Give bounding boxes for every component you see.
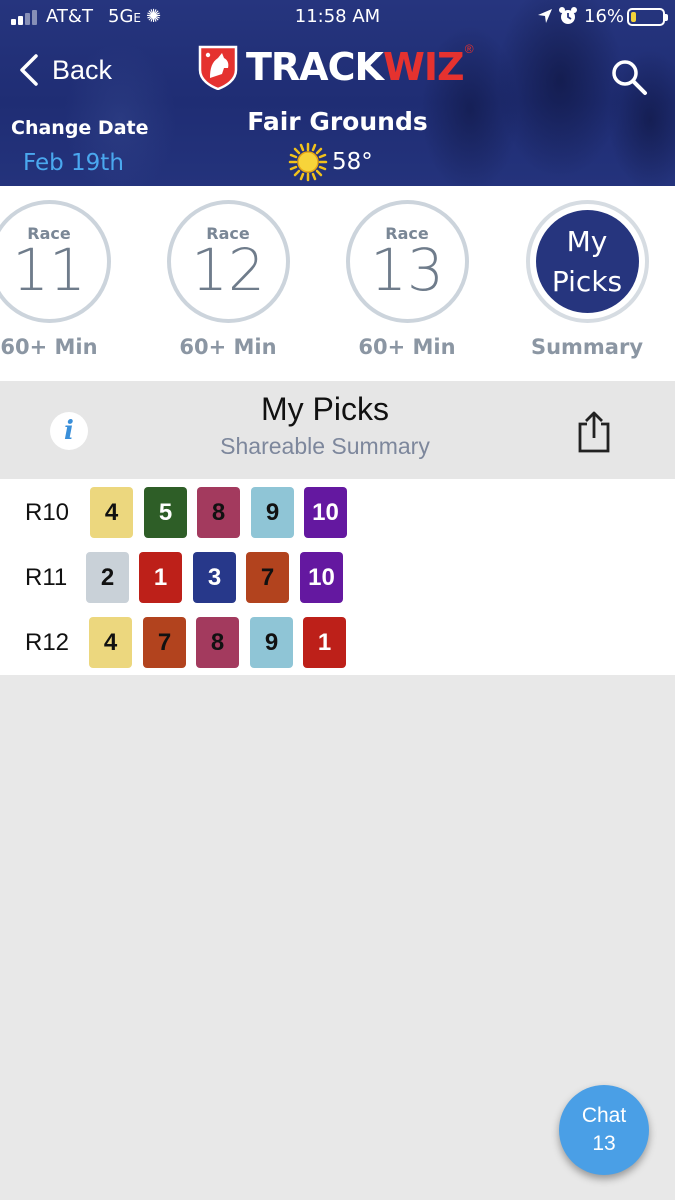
horse-chip[interactable]: 2: [86, 552, 129, 603]
horse-chip[interactable]: 5: [144, 487, 187, 538]
picks-table: R10 4 5 8 9 10 R11 2 1 3 7 10 R12 4 7 8 …: [0, 479, 675, 675]
app-header: AT&T 5GE ✺ 11:58 AM 16% Back TRACKWIZ ® …: [0, 0, 675, 186]
trackwiz-logo: TRACKWIZ ®: [196, 42, 474, 92]
page-title: My Picks: [261, 391, 389, 427]
battery-icon: [627, 8, 668, 26]
horse-chip[interactable]: 8: [197, 487, 240, 538]
chat-button[interactable]: Chat 13: [559, 1085, 649, 1175]
chevron-left-icon: [20, 54, 38, 86]
share-icon[interactable]: [575, 410, 613, 454]
race-circle: Race 12: [166, 200, 290, 323]
horse-chip[interactable]: 10: [304, 487, 347, 538]
status-bar: AT&T 5GE ✺ 11:58 AM 16%: [0, 0, 675, 34]
page-subtitle: Shareable Summary: [220, 433, 430, 459]
battery-percent: 16%: [584, 6, 625, 27]
my-picks-label-line2: Picks: [551, 265, 623, 298]
my-picks-label-line1: My: [566, 225, 608, 258]
back-button[interactable]: Back: [18, 50, 112, 90]
horse-chip[interactable]: 3: [193, 552, 236, 603]
race-number: 12: [191, 236, 265, 304]
race-row-label: R10: [25, 499, 70, 526]
race-circle: Race 13: [345, 200, 469, 323]
logo-text-wiz: WIZ: [382, 45, 465, 89]
weather: 58°: [288, 142, 373, 182]
horse-chip[interactable]: 9: [251, 487, 294, 538]
search-icon[interactable]: [610, 58, 648, 96]
alarm-clock-icon: [559, 7, 577, 24]
race-circle: My Picks: [525, 200, 649, 323]
registered-mark: ®: [464, 42, 474, 56]
chat-label: Chat: [581, 1104, 627, 1127]
horse-chip[interactable]: 4: [90, 487, 133, 538]
race-row-label: R11: [25, 564, 68, 591]
track-name: Fair Grounds: [247, 107, 428, 136]
sun-icon: [288, 142, 328, 182]
horse-chip[interactable]: 7: [246, 552, 289, 603]
horse-chip[interactable]: 1: [303, 617, 346, 668]
race-tab-11[interactable]: Race 11 60+ Min: [0, 200, 114, 359]
logo-text-track: TRACK: [246, 45, 384, 89]
race-tab-13[interactable]: Race 13 60+ Min: [342, 200, 472, 359]
race-tab-12[interactable]: Race 12 60+ Min: [163, 200, 293, 359]
logo-text: TRACKWIZ: [246, 45, 465, 89]
race-row-label: R12: [25, 629, 70, 656]
temperature: 58°: [332, 149, 373, 175]
horse-chip[interactable]: 1: [139, 552, 182, 603]
horse-chip[interactable]: 9: [250, 617, 293, 668]
date-selector[interactable]: Feb 19th: [23, 150, 124, 176]
chat-count: 13: [592, 1132, 616, 1155]
my-picks-tab[interactable]: My Picks Summary: [522, 200, 652, 359]
race-time: Summary: [530, 335, 644, 359]
horse-chip[interactable]: 4: [89, 617, 132, 668]
horse-chip[interactable]: 10: [300, 552, 343, 603]
location-arrow-icon: [538, 9, 552, 23]
race-time: 60+ Min: [358, 335, 456, 359]
back-label: Back: [52, 54, 113, 85]
race-circle: Race 11: [0, 200, 111, 323]
battery-level-fill: [631, 12, 636, 22]
my-picks-badge: My Picks: [535, 210, 639, 313]
race-number: 13: [370, 236, 444, 304]
race-time: 60+ Min: [179, 335, 277, 359]
race-time: 60+ Min: [0, 335, 98, 359]
horse-chip[interactable]: 8: [196, 617, 239, 668]
horse-shield-icon: [198, 45, 238, 90]
race-selector: Race 11 60+ Min Race 12 60+ Min Race 13 …: [0, 186, 675, 381]
race-number: 11: [12, 236, 86, 304]
horse-chip[interactable]: 7: [143, 617, 186, 668]
